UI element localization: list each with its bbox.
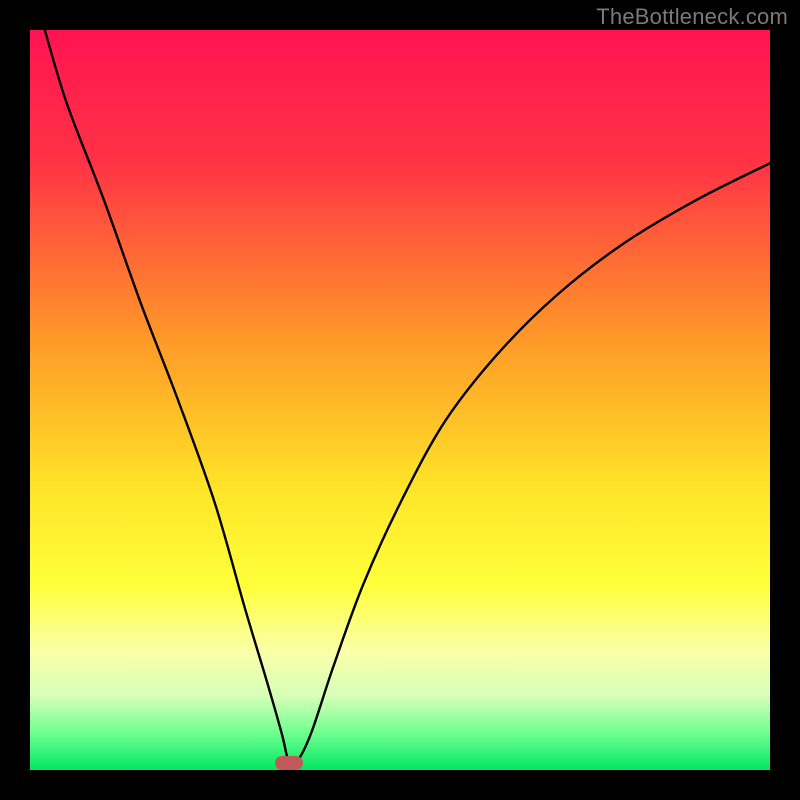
watermark-text: TheBottleneck.com (596, 4, 788, 30)
plot-area (30, 30, 770, 770)
bottleneck-curve (30, 30, 770, 770)
optimal-point-marker (275, 756, 303, 770)
